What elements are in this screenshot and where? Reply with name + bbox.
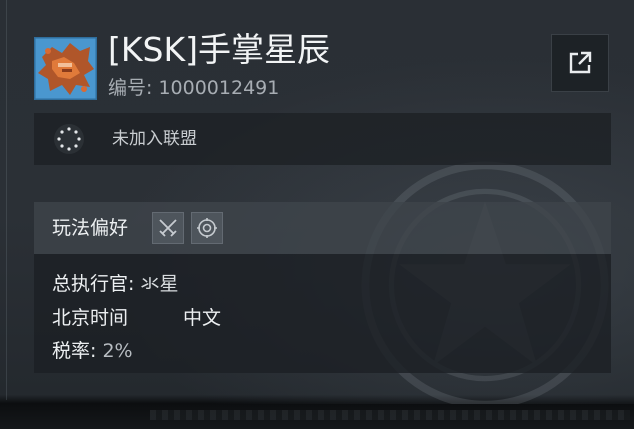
alliance-status: 未加入联盟 [112,129,197,149]
crossed-swords-icon [159,219,177,237]
external-link-icon [569,51,592,74]
commander-row: 总执行官: 氺星 [52,271,178,297]
player-id-value: 1000012491 [158,77,280,99]
info-block: 总执行官: 氺星 北京时间 中文 税率: 2% [34,254,611,373]
gear-target-icon [197,218,217,238]
bottom-decoration [150,410,630,420]
playstyle-development-badge[interactable] [191,212,223,244]
playstyle-header: 玩法偏好 [34,202,611,254]
avatar-image [34,37,97,100]
profile-panel: [KSK]手掌星辰 编号: 1000012491 未加入联盟 玩法偏好 总执行官… [0,0,634,429]
tax-label: 税率: [52,340,103,362]
tax-row: 税率: 2% [52,338,133,364]
playstyle-label: 玩法偏好 [52,217,129,239]
tax-value: 2% [102,340,133,362]
playstyle-combat-badge[interactable] [152,212,184,244]
page-title: [KSK]手掌星辰 [108,30,330,69]
alliance-row[interactable]: 未加入联盟 [34,113,611,165]
avatar[interactable] [34,37,97,100]
player-id-label: 编号: [108,77,159,99]
player-id: 编号: 1000012491 [108,75,279,101]
commander-value[interactable]: 氺星 [140,273,178,295]
timezone-value: 北京时间 [52,307,129,329]
left-rail-decoration [6,0,15,400]
bottom-strip [0,404,634,429]
commander-label: 总执行官: [52,273,141,295]
alliance-ring-icon [54,124,84,154]
language-value: 中文 [183,307,222,329]
share-button[interactable] [551,34,609,92]
